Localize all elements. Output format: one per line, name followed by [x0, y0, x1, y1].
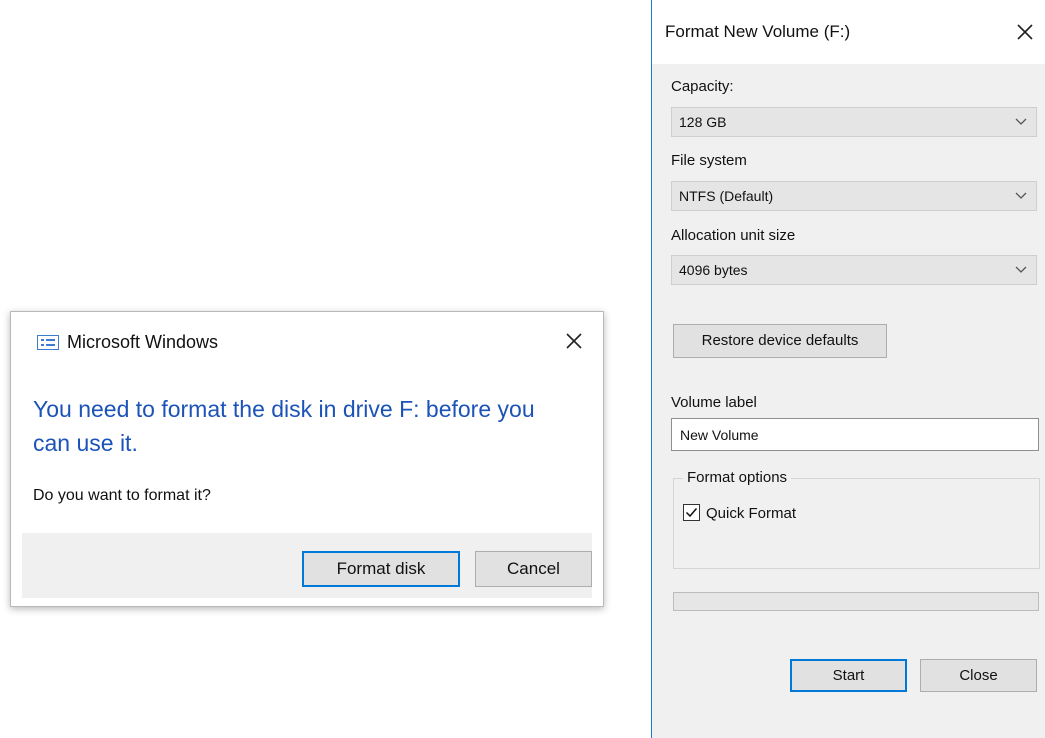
main-instruction: You need to format the disk in drive F: …: [33, 396, 535, 456]
chevron-down-icon: [1015, 118, 1027, 125]
window-list-icon: [37, 335, 59, 350]
capacity-select[interactable]: 128 GB: [671, 107, 1037, 137]
volume-label-label: Volume label: [671, 394, 757, 411]
allocation-unit-select[interactable]: 4096 bytes: [671, 255, 1037, 285]
format-options-group: [673, 478, 1040, 569]
checkmark-icon: [685, 508, 698, 518]
file-system-label: File system: [671, 152, 747, 169]
capacity-value: 128 GB: [679, 114, 727, 130]
dialog-title: Microsoft Windows: [67, 332, 219, 352]
close-icon[interactable]: [1013, 20, 1037, 44]
file-system-value: NTFS (Default): [679, 188, 774, 204]
format-prompt-dialog: Microsoft Windows You need to format the…: [10, 311, 604, 607]
format-dialog-title: Format New Volume (F:): [665, 22, 851, 41]
start-button[interactable]: Start: [790, 659, 907, 692]
desktop-canvas: Microsoft Windows You need to format the…: [0, 0, 1045, 738]
format-titlebar: Format New Volume (F:): [652, 0, 1045, 64]
chevron-down-icon: [1015, 192, 1027, 199]
cancel-button[interactable]: Cancel: [475, 551, 592, 587]
quick-format-label: Quick Format: [706, 505, 797, 522]
format-volume-dialog: Format New Volume (F:) Capacity: 128 GB …: [651, 0, 1045, 738]
allocation-unit-label: Allocation unit size: [671, 227, 796, 244]
format-disk-button[interactable]: Format disk: [302, 551, 460, 587]
dialog-titlebar: Microsoft Windows: [11, 312, 603, 372]
chevron-down-icon: [1015, 266, 1027, 273]
content-text: Do you want to format it?: [33, 487, 211, 504]
quick-format-checkbox[interactable]: [683, 504, 700, 521]
restore-defaults-button[interactable]: Restore device defaults: [673, 324, 887, 358]
format-progress-bar: [673, 592, 1039, 611]
format-options-legend: Format options: [683, 469, 792, 486]
allocation-unit-value: 4096 bytes: [679, 262, 748, 278]
volume-label-input[interactable]: [671, 418, 1039, 451]
close-icon[interactable]: [561, 328, 587, 354]
file-system-select[interactable]: NTFS (Default): [671, 181, 1037, 211]
capacity-label: Capacity:: [671, 78, 734, 95]
close-button[interactable]: Close: [920, 659, 1037, 692]
button-footer: Format disk Cancel: [22, 533, 592, 598]
